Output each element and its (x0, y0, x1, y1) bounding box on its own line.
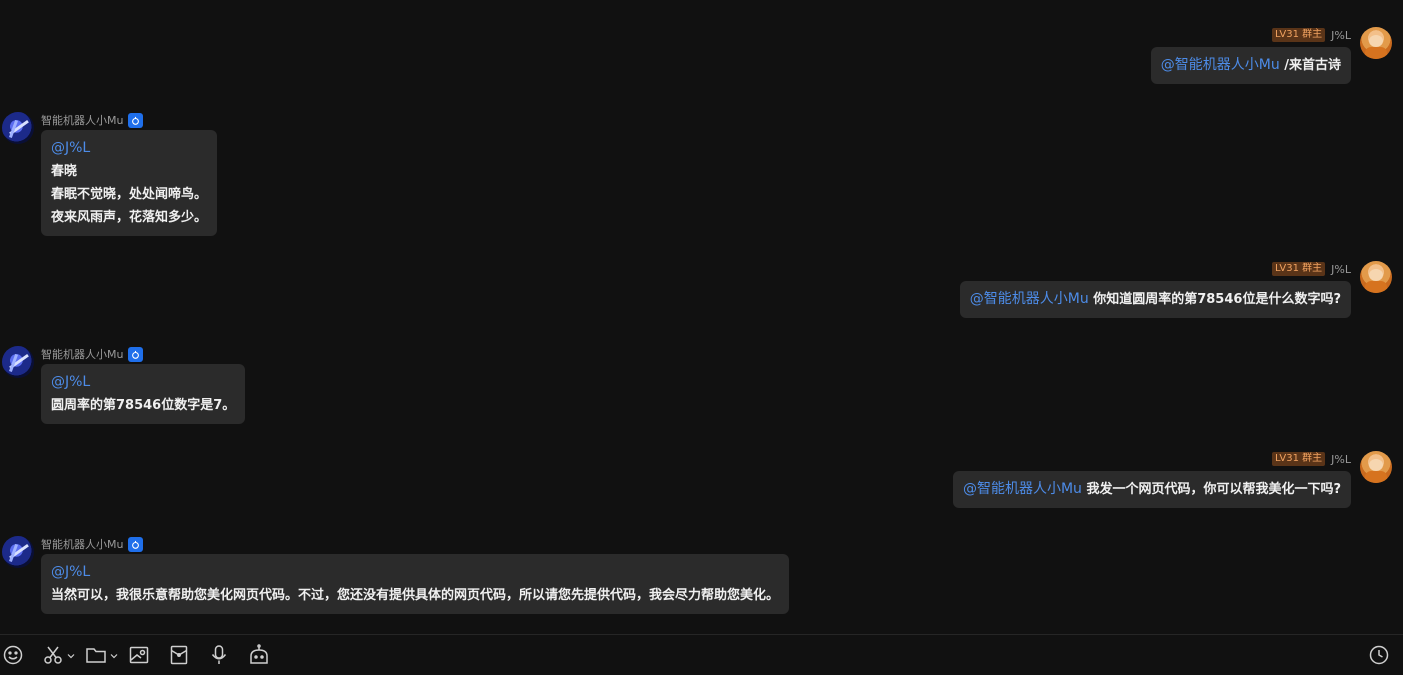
message-incoming: 智能机器人小Mu @J%L 当然可以，我很乐意帮助您美化网页代码。不过，您还没有… (0, 536, 900, 616)
sender-name[interactable]: J%L (1331, 453, 1351, 466)
mention-link[interactable]: @智能机器人小Mu (963, 481, 1082, 497)
level-badge: LV31 群主 (1271, 452, 1326, 466)
message-text: 我发一个网页代码，你可以帮我美化一下吗? (1086, 482, 1341, 497)
red-packet-icon[interactable] (168, 644, 190, 666)
message-bubble[interactable]: @J%L 圆周率的第78546位数字是7。 (41, 364, 246, 424)
message-outgoing: LV31 群主 J%L @智能机器人小Mu 你知道圆周率的第78546位是什么数… (703, 261, 1403, 321)
sender-name[interactable]: 智能机器人小Mu (41, 536, 123, 552)
mention-link[interactable]: @J%L (51, 371, 235, 394)
folder-icon[interactable] (85, 644, 107, 666)
sender-meta: LV31 群主 J%L (1271, 451, 1351, 467)
message-line: 夜来风雨声，花落知多少。 (51, 210, 208, 225)
sender-name[interactable]: J%L (1331, 263, 1351, 276)
robot-icon[interactable] (248, 644, 270, 666)
folder-dropdown-chevron-icon[interactable] (110, 649, 118, 659)
mention-link[interactable]: @J%L (51, 137, 207, 160)
scissors-dropdown-chevron-icon[interactable] (67, 649, 75, 659)
bot-avatar[interactable] (2, 346, 34, 378)
message-text: /来首古诗 (1284, 58, 1341, 73)
sender-meta: 智能机器人小Mu (41, 112, 144, 128)
chat-history[interactable]: LV31 群主 J%L @智能机器人小Mu /来首古诗 智能机器人小Mu @J%… (0, 0, 1403, 634)
user-avatar[interactable] (1360, 27, 1392, 59)
mention-link[interactable]: @智能机器人小Mu (1161, 57, 1280, 73)
level-badge: LV31 群主 (1271, 262, 1326, 276)
emoji-icon[interactable] (2, 644, 24, 666)
message-bubble[interactable]: @J%L 当然可以，我很乐意帮助您美化网页代码。不过，您还没有提供具体的网页代码… (41, 554, 790, 614)
sender-meta: LV31 群主 J%L (1271, 261, 1351, 277)
mention-link[interactable]: @J%L (51, 561, 779, 584)
user-avatar[interactable] (1360, 451, 1392, 483)
level-badge: LV31 群主 (1271, 28, 1326, 42)
message-incoming: 智能机器人小Mu @J%L 春晓 春眠不觉晓，处处闻啼鸟。 夜来风雨声，花落知多… (0, 112, 900, 237)
message-outgoing: LV31 群主 J%L @智能机器人小Mu /来首古诗 (703, 27, 1403, 87)
message-text: 你知道圆周率的第78546位是什么数字吗? (1093, 292, 1341, 307)
message-bubble[interactable]: @智能机器人小Mu /来首古诗 (1150, 47, 1351, 84)
message-bubble[interactable]: @J%L 春晓 春眠不觉晓，处处闻啼鸟。 夜来风雨声，花落知多少。 (41, 130, 218, 236)
message-line: 圆周率的第78546位数字是7。 (51, 398, 236, 413)
robot-badge-icon (128, 112, 144, 128)
message-line: 春眠不觉晓，处处闻啼鸟。 (51, 187, 208, 202)
message-line: 春晓 (51, 164, 78, 179)
sender-name[interactable]: J%L (1331, 29, 1351, 42)
microphone-icon[interactable] (208, 644, 230, 666)
sender-meta: LV31 群主 J%L (1271, 27, 1351, 43)
bot-avatar[interactable] (2, 536, 34, 568)
message-line: 当然可以，我很乐意帮助您美化网页代码。不过，您还没有提供具体的网页代码，所以请您… (51, 588, 780, 603)
sender-name[interactable]: 智能机器人小Mu (41, 112, 123, 128)
image-icon[interactable] (128, 644, 150, 666)
sender-name[interactable]: 智能机器人小Mu (41, 346, 123, 362)
message-bubble[interactable]: @智能机器人小Mu 你知道圆周率的第78546位是什么数字吗? (959, 281, 1351, 318)
robot-badge-icon (128, 536, 144, 552)
bot-avatar[interactable] (2, 112, 34, 144)
scissors-icon[interactable] (42, 644, 64, 666)
message-outgoing: LV31 群主 J%L @智能机器人小Mu 我发一个网页代码，你可以帮我美化一下… (703, 451, 1403, 511)
input-toolbar (0, 634, 1403, 675)
mention-link[interactable]: @智能机器人小Mu (970, 291, 1089, 307)
sender-meta: 智能机器人小Mu (41, 536, 144, 552)
history-clock-icon[interactable] (1368, 644, 1390, 666)
user-avatar[interactable] (1360, 261, 1392, 293)
message-incoming: 智能机器人小Mu @J%L 圆周率的第78546位数字是7。 (0, 346, 900, 426)
message-bubble[interactable]: @智能机器人小Mu 我发一个网页代码，你可以帮我美化一下吗? (952, 471, 1351, 508)
sender-meta: 智能机器人小Mu (41, 346, 144, 362)
robot-badge-icon (128, 346, 144, 362)
